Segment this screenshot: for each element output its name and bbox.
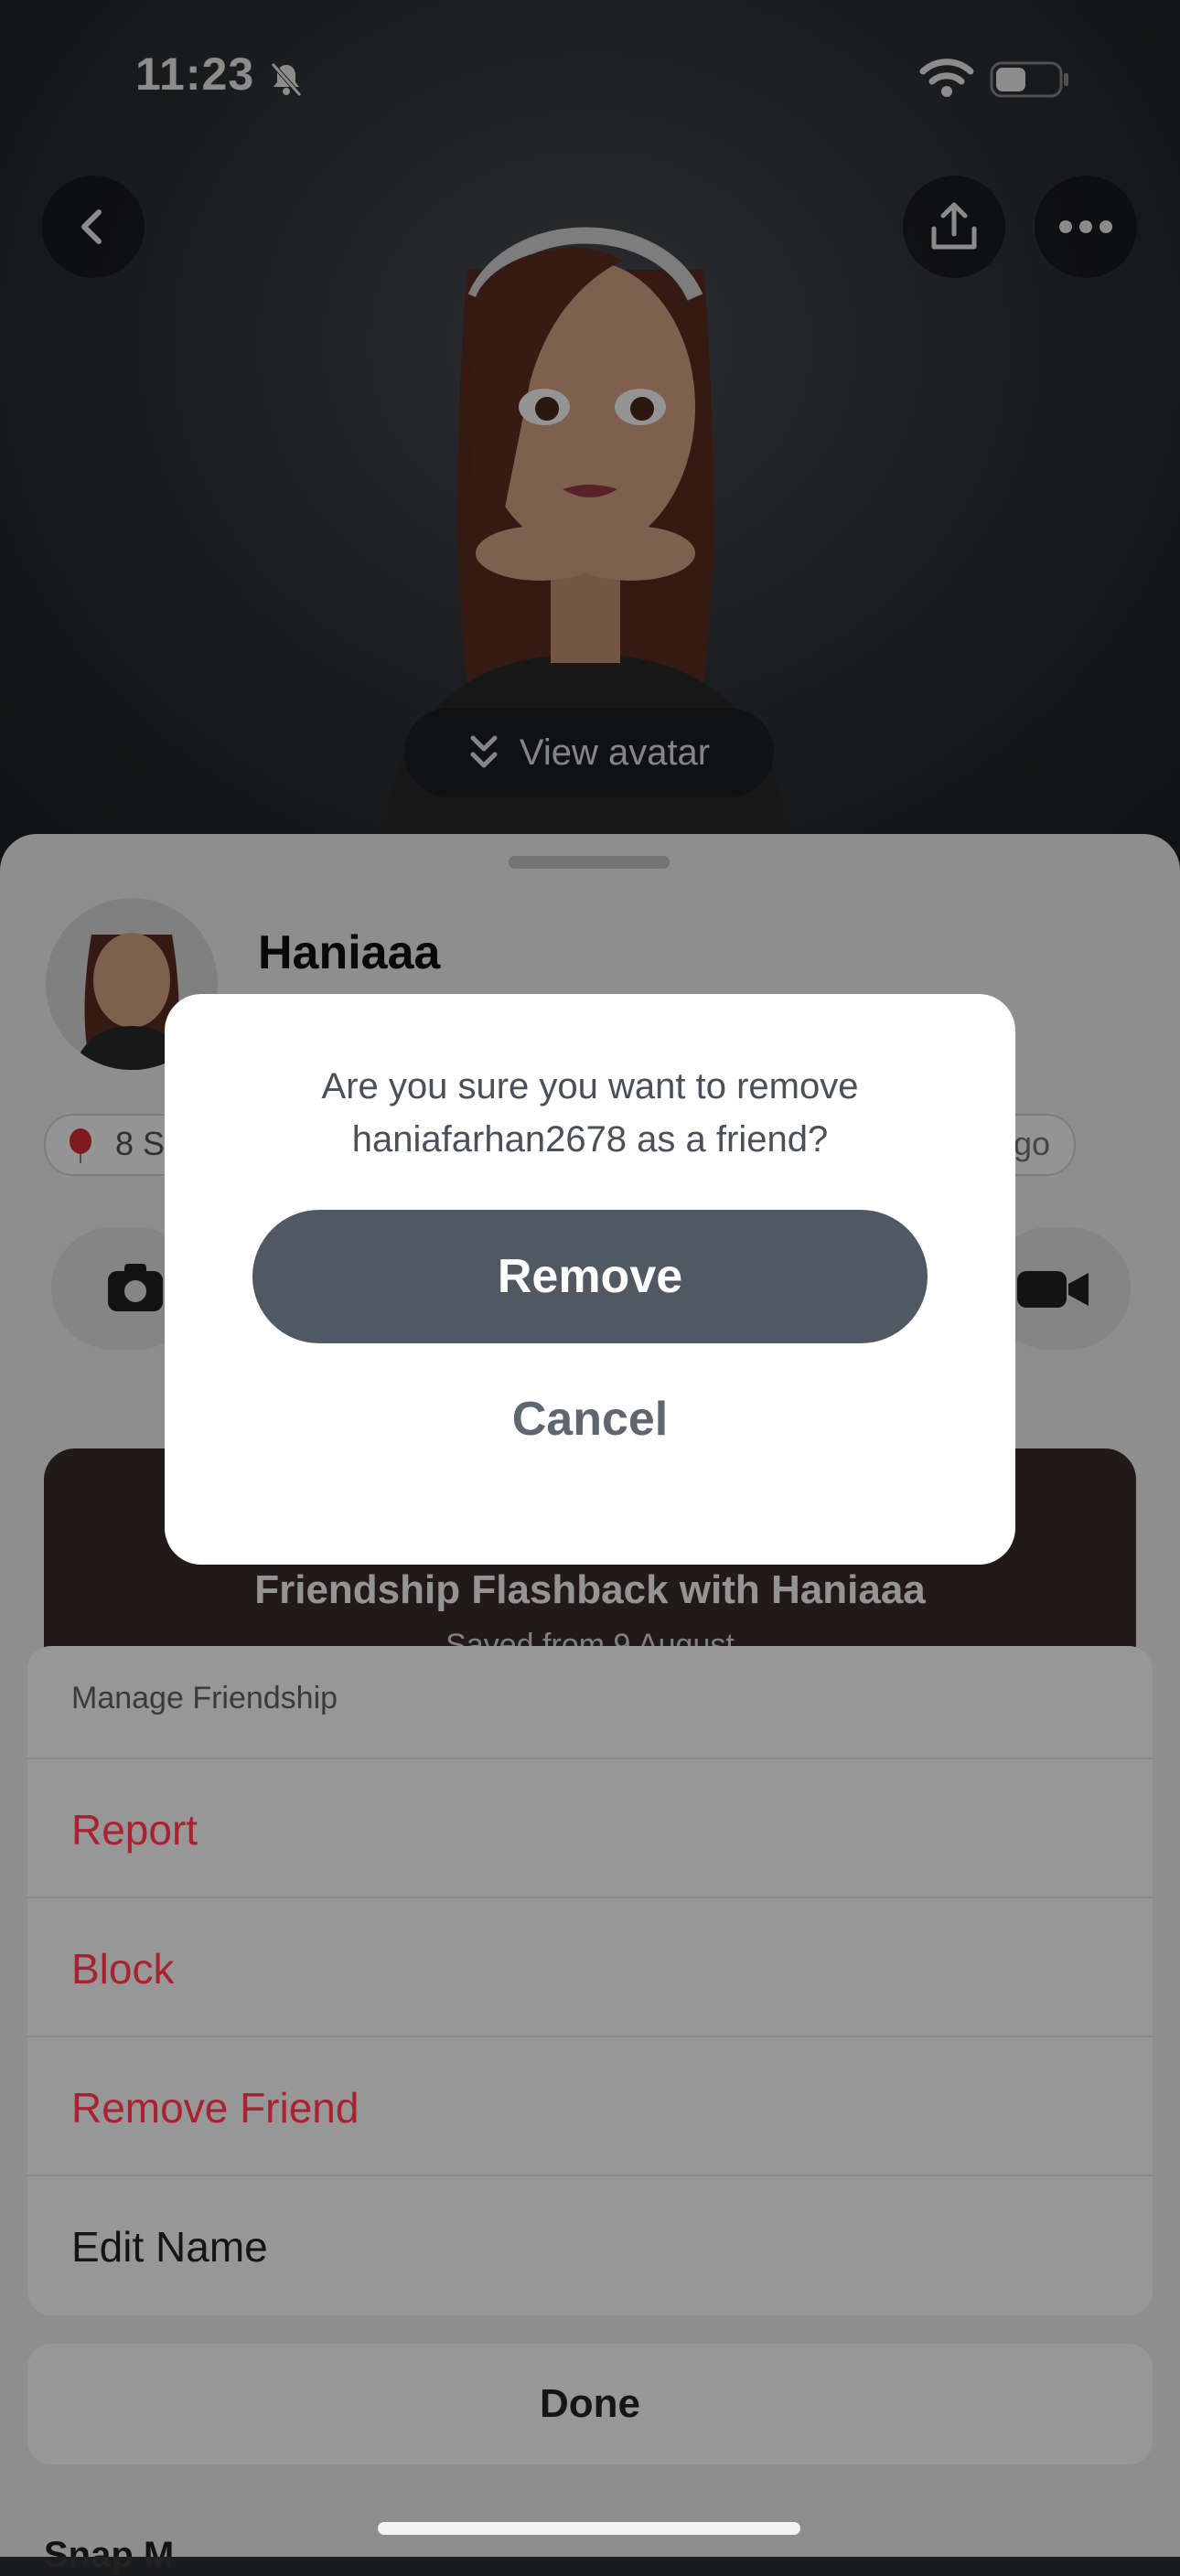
home-indicator[interactable] bbox=[378, 2522, 800, 2535]
action-sheet-header: Manage Friendship bbox=[71, 1681, 338, 1716]
cancel-button[interactable]: Cancel bbox=[252, 1369, 928, 1470]
manage-friendship-sheet: Manage Friendship Report Block Remove Fr… bbox=[27, 1646, 1153, 2315]
confirm-remove-button[interactable]: Remove bbox=[252, 1210, 928, 1343]
action-report[interactable]: Report bbox=[27, 1758, 1153, 1898]
action-remove-friend[interactable]: Remove Friend bbox=[27, 2036, 1153, 2176]
done-label: Done bbox=[540, 2381, 640, 2426]
done-button[interactable]: Done bbox=[27, 2344, 1153, 2464]
action-edit-name-label: Edit Name bbox=[71, 2223, 268, 2271]
action-block[interactable]: Block bbox=[27, 1897, 1153, 2037]
remove-friend-dialog: Are you sure you want to remove haniafar… bbox=[165, 994, 1015, 1565]
cancel-label: Cancel bbox=[511, 1393, 669, 1446]
action-remove-friend-label: Remove Friend bbox=[71, 2084, 359, 2132]
action-report-label: Report bbox=[71, 1806, 198, 1854]
confirm-remove-label: Remove bbox=[497, 1250, 683, 1303]
dialog-message: Are you sure you want to remove haniafar… bbox=[321, 1066, 859, 1160]
action-edit-name[interactable]: Edit Name bbox=[27, 2175, 1153, 2315]
action-block-label: Block bbox=[71, 1945, 175, 1993]
